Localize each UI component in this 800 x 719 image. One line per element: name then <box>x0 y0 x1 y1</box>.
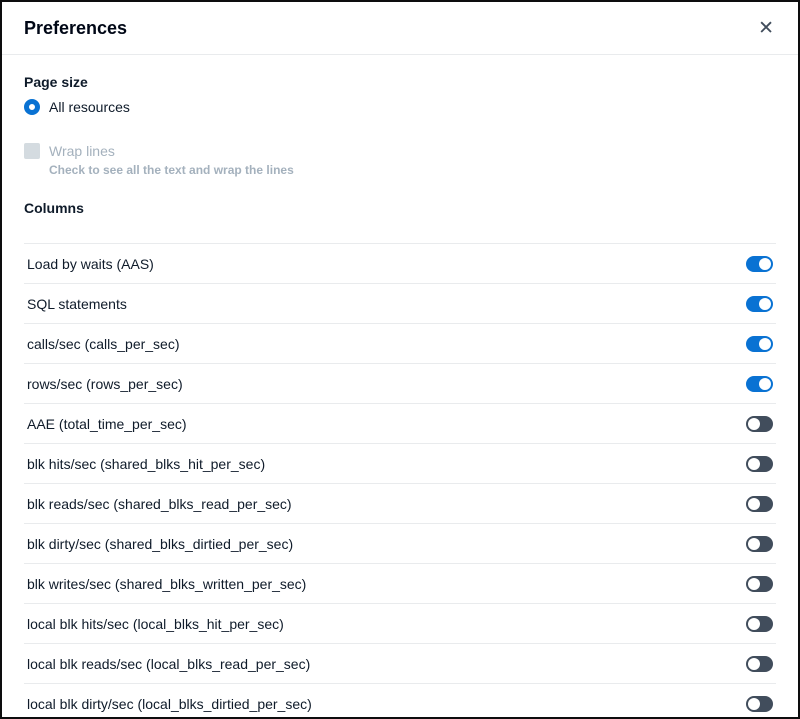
column-row-label: blk reads/sec (shared_blks_read_per_sec) <box>27 496 292 512</box>
wrap-lines-field: Wrap lines Check to see all the text and… <box>24 142 776 177</box>
radio-option-all-resources[interactable]: All resources <box>24 98 776 116</box>
toggle-knob-icon <box>759 258 771 270</box>
preferences-dialog: Preferences ✕ Page size All resources Wr… <box>0 0 800 719</box>
toggle-switch[interactable] <box>746 616 773 632</box>
column-row: blk writes/sec (shared_blks_written_per_… <box>24 563 776 603</box>
wrap-lines-checkbox-row[interactable]: Wrap lines <box>24 142 776 160</box>
toggle-knob-icon <box>748 658 760 670</box>
column-row: calls/sec (calls_per_sec) <box>24 323 776 363</box>
toggle-knob-icon <box>748 578 760 590</box>
column-row-label: calls/sec (calls_per_sec) <box>27 336 180 352</box>
columns-toggle-list: Load by waits (AAS) SQL statements calls… <box>24 243 776 719</box>
column-row-label: local blk reads/sec (local_blks_read_per… <box>27 656 310 672</box>
page-size-label: Page size <box>24 74 776 90</box>
column-row: Load by waits (AAS) <box>24 243 776 283</box>
toggle-knob-icon <box>748 418 760 430</box>
column-row-label: blk hits/sec (shared_blks_hit_per_sec) <box>27 456 265 472</box>
toggle-switch[interactable] <box>746 576 773 592</box>
column-row-label: blk writes/sec (shared_blks_written_per_… <box>27 576 306 592</box>
column-row-label: blk dirty/sec (shared_blks_dirtied_per_s… <box>27 536 293 552</box>
toggle-knob-icon <box>759 338 771 350</box>
close-icon: ✕ <box>758 18 774 39</box>
toggle-switch[interactable] <box>746 496 773 512</box>
column-row-label: AAE (total_time_per_sec) <box>27 416 187 432</box>
radio-option-label: All resources <box>49 98 130 116</box>
column-row: AAE (total_time_per_sec) <box>24 403 776 443</box>
toggle-knob-icon <box>748 458 760 470</box>
column-row: SQL statements <box>24 283 776 323</box>
dialog-title: Preferences <box>24 15 127 41</box>
toggle-knob-icon <box>748 698 760 710</box>
column-row: rows/sec (rows_per_sec) <box>24 363 776 403</box>
toggle-switch[interactable] <box>746 376 773 392</box>
wrap-lines-label: Wrap lines <box>49 142 115 160</box>
toggle-switch[interactable] <box>746 656 773 672</box>
toggle-knob-icon <box>759 378 771 390</box>
toggle-knob-icon <box>748 538 760 550</box>
column-row: blk reads/sec (shared_blks_read_per_sec) <box>24 483 776 523</box>
toggle-knob-icon <box>759 298 771 310</box>
toggle-switch[interactable] <box>746 336 773 352</box>
toggle-switch[interactable] <box>746 536 773 552</box>
toggle-switch[interactable] <box>746 416 773 432</box>
column-row-label: rows/sec (rows_per_sec) <box>27 376 183 392</box>
close-button[interactable]: ✕ <box>756 17 776 40</box>
column-row: local blk dirty/sec (local_blks_dirtied_… <box>24 683 776 719</box>
checkbox-disabled-icon[interactable] <box>24 143 40 159</box>
dialog-header: Preferences ✕ <box>2 2 798 55</box>
toggle-knob-icon <box>748 498 760 510</box>
column-row-label: SQL statements <box>27 296 127 312</box>
column-row-label: local blk dirty/sec (local_blks_dirtied_… <box>27 696 312 712</box>
column-row: blk hits/sec (shared_blks_hit_per_sec) <box>24 443 776 483</box>
wrap-lines-description: Check to see all the text and wrap the l… <box>49 163 776 177</box>
column-row-label: Load by waits (AAS) <box>27 256 154 272</box>
column-row: local blk hits/sec (local_blks_hit_per_s… <box>24 603 776 643</box>
column-row: blk dirty/sec (shared_blks_dirtied_per_s… <box>24 523 776 563</box>
column-row: local blk reads/sec (local_blks_read_per… <box>24 643 776 683</box>
toggle-switch[interactable] <box>746 456 773 472</box>
toggle-knob-icon <box>748 618 760 630</box>
toggle-switch[interactable] <box>746 256 773 272</box>
toggle-switch[interactable] <box>746 696 773 712</box>
column-row-label: local blk hits/sec (local_blks_hit_per_s… <box>27 616 284 632</box>
dialog-content: Page size All resources Wrap lines Check… <box>2 74 798 719</box>
toggle-switch[interactable] <box>746 296 773 312</box>
radio-selected-icon[interactable] <box>24 99 40 115</box>
columns-label: Columns <box>24 200 776 216</box>
